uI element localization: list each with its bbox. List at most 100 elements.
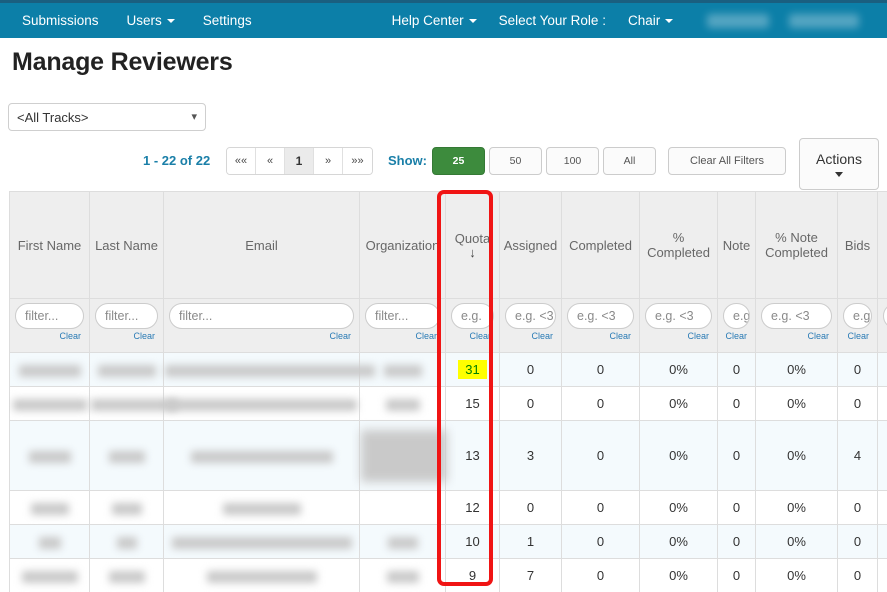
select-role-label: Select Your Role : xyxy=(498,13,606,28)
pagination-page-1-button[interactable]: 1 xyxy=(285,148,314,174)
nav-item-role-chair[interactable]: Chair xyxy=(614,3,687,38)
filter-input-note-completed[interactable]: e.g. <3 xyxy=(761,303,832,329)
filter-input-bids[interactable]: e.g. xyxy=(843,303,872,329)
table-row[interactable]: 31 0 0 0% 0 0% 0 xyxy=(9,352,887,387)
column-header-label: Organization xyxy=(365,237,440,253)
cell-email xyxy=(163,352,375,387)
filter-input-assigned[interactable]: e.g. <3 xyxy=(505,303,556,329)
cell-quota[interactable]: 12 xyxy=(445,490,500,525)
cell-completed: 0 xyxy=(561,558,640,592)
filter-input-last-name[interactable]: filter... xyxy=(95,303,158,329)
table-row[interactable]: 12 0 0 0% 0 0% 0 xyxy=(9,490,887,525)
clear-filter-link[interactable]: Clear xyxy=(169,331,354,341)
nav-item-submissions[interactable]: Submissions xyxy=(0,3,113,38)
column-header-c[interactable]: C xyxy=(877,191,887,299)
clear-filter-link[interactable]: Clear xyxy=(645,331,712,341)
clear-filter-link[interactable]: Clear xyxy=(95,331,158,341)
show-100-button[interactable]: 100 xyxy=(546,147,599,175)
filter-cell: e.g. <3 Clear xyxy=(639,298,718,353)
cell-quota[interactable]: 15 xyxy=(445,386,500,421)
filter-input-completed[interactable]: e.g. <3 xyxy=(645,303,712,329)
column-header-assigned[interactable]: Assigned xyxy=(499,191,562,299)
clear-filter-link[interactable]: Clear xyxy=(451,331,494,341)
cell-assigned[interactable]: 0 xyxy=(499,490,562,525)
column-header-first-name[interactable]: First Name xyxy=(9,191,90,299)
pagination-first-button[interactable]: «« xyxy=(227,148,256,174)
redacted-nav-item-1[interactable] xyxy=(707,13,770,28)
nav-item-help-center[interactable]: Help Center xyxy=(378,3,491,38)
redacted-first-name xyxy=(18,364,81,377)
show-25-button[interactable]: 25 xyxy=(432,147,485,175)
cell-first-name xyxy=(9,420,90,491)
cell-note: 0 xyxy=(717,558,756,592)
cell-assigned[interactable]: 0 xyxy=(499,352,562,387)
cell-overflow xyxy=(877,490,887,525)
cell-quota[interactable]: 31 xyxy=(445,352,500,387)
cell-organization xyxy=(359,420,447,491)
clear-filter-link[interactable]: Clear xyxy=(365,331,440,341)
table-row[interactable]: 10 1 0 0% 0 0% 0 xyxy=(9,524,887,559)
cell-assigned[interactable]: 0 xyxy=(499,386,562,421)
filter-input-email[interactable]: filter... xyxy=(169,303,354,329)
show-all-button[interactable]: All xyxy=(603,147,656,175)
cell-first-name xyxy=(9,524,90,559)
table-row[interactable]: 9 7 0 0% 0 0% 0 xyxy=(9,558,887,592)
result-range-text: 1 - 22 of 22 xyxy=(143,153,211,168)
cell-quota[interactable]: 10 xyxy=(445,524,500,559)
clear-filter-link[interactable]: Clear xyxy=(15,331,84,341)
clear-all-filters-button[interactable]: Clear All Filters xyxy=(668,147,786,175)
cell-quota[interactable]: 9 xyxy=(445,558,500,592)
quota-value-highlighted: 31 xyxy=(458,360,487,379)
filter-cell: filter... Clear xyxy=(9,298,90,353)
clear-filter-link[interactable]: Clear xyxy=(843,331,872,341)
cell-bids: 0 xyxy=(837,386,878,421)
show-50-button[interactable]: 50 xyxy=(489,147,542,175)
column-header-note-completed[interactable]: % Note Completed xyxy=(755,191,838,299)
nav-item-users[interactable]: Users xyxy=(113,3,189,38)
column-header-note[interactable]: Note xyxy=(717,191,756,299)
cell-quota[interactable]: 13 xyxy=(445,420,500,491)
clear-filter-link[interactable]: Clear xyxy=(723,331,750,341)
clear-filter-link[interactable]: Clear xyxy=(761,331,832,341)
filter-input-note[interactable]: e.g. xyxy=(723,303,750,329)
filter-input-completed[interactable]: e.g. <3 xyxy=(567,303,634,329)
clear-filter-link[interactable]: Clear xyxy=(505,331,556,341)
filter-cell: filter... Clear xyxy=(163,298,360,353)
column-header-completed[interactable]: % Completed xyxy=(639,191,718,299)
column-header-quota[interactable]: Quota ↓ xyxy=(445,191,500,299)
cell-pct-note-completed: 0% xyxy=(755,524,838,559)
table-row[interactable]: 13 3 0 0% 0 0% 4 xyxy=(9,420,887,491)
track-filter-select[interactable]: <All Tracks> ▾ xyxy=(8,103,206,131)
show-label: Show: xyxy=(388,153,427,168)
redacted-last-name xyxy=(108,570,145,583)
pagination-prev-button[interactable]: « xyxy=(256,148,285,174)
redacted-nav-item-2[interactable] xyxy=(789,13,860,28)
cell-first-name xyxy=(9,352,90,387)
cell-assigned[interactable]: 7 xyxy=(499,558,562,592)
cell-assigned[interactable]: 3 xyxy=(499,420,562,491)
filter-input-organization[interactable]: filter... xyxy=(365,303,440,329)
redacted-organization xyxy=(387,536,418,549)
filter-input-quota[interactable]: e.g. xyxy=(451,303,494,329)
column-header-last-name[interactable]: Last Name xyxy=(89,191,164,299)
filter-input-first-name[interactable]: filter... xyxy=(15,303,84,329)
actions-button[interactable]: Actions xyxy=(799,138,879,190)
table-row[interactable]: 15 0 0 0% 0 0% 0 xyxy=(9,386,887,421)
column-header-email[interactable]: Email xyxy=(163,191,360,299)
cell-pct-note-completed: 0% xyxy=(755,386,838,421)
clear-filter-link[interactable]: Clear xyxy=(883,331,887,341)
pagination-next-button[interactable]: » xyxy=(314,148,343,174)
column-header-organization[interactable]: Organization xyxy=(359,191,446,299)
filter-cell: filter... Clear xyxy=(89,298,164,353)
cell-last-name xyxy=(89,420,164,491)
cell-first-name xyxy=(9,386,90,421)
nav-item-settings[interactable]: Settings xyxy=(189,3,266,38)
page-title: Manage Reviewers xyxy=(12,48,233,76)
column-header-bids[interactable]: Bids xyxy=(837,191,878,299)
pagination-last-button[interactable]: »» xyxy=(343,148,372,174)
column-header-completed[interactable]: Completed xyxy=(561,191,640,299)
cell-assigned[interactable]: 1 xyxy=(499,524,562,559)
clear-filter-link[interactable]: Clear xyxy=(567,331,634,341)
cell-first-name xyxy=(9,558,90,592)
filter-input-c[interactable]: e.g. xyxy=(883,303,887,329)
